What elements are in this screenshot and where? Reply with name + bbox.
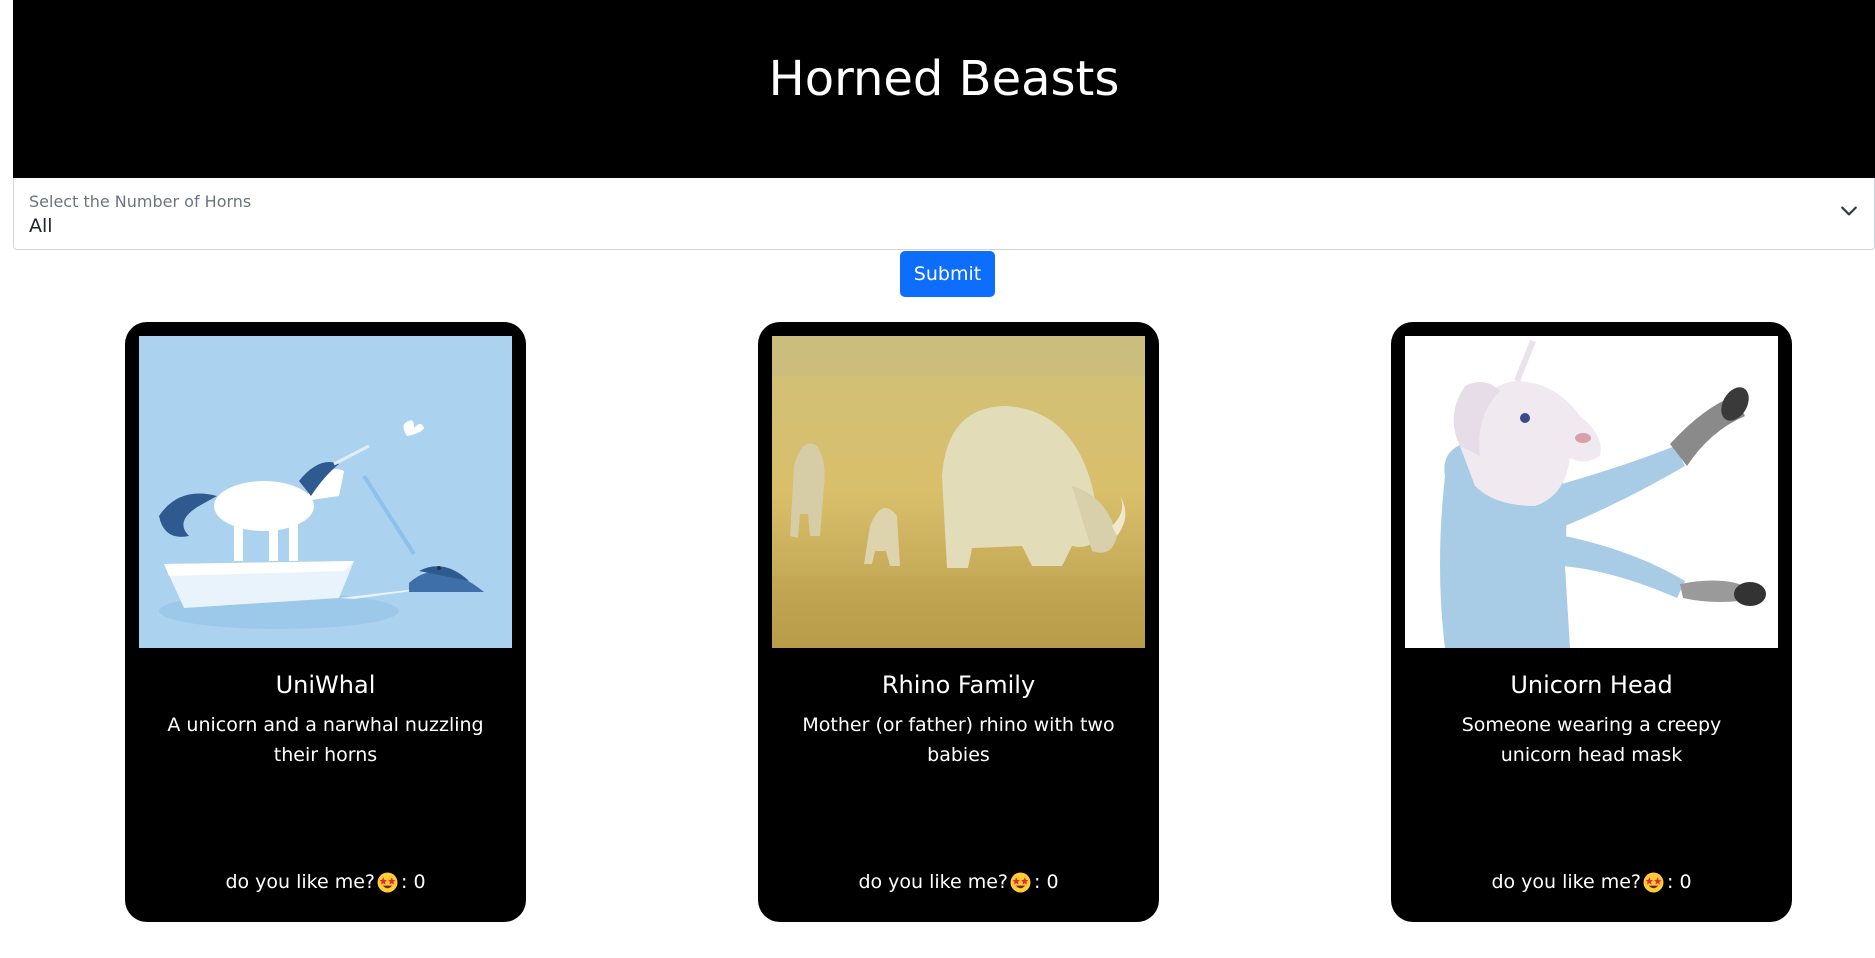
beast-card-rhino-family: Rhino Family Mother (or father) rhino wi… [758, 322, 1159, 922]
beast-title: UniWhal [275, 671, 376, 699]
page-header: Horned Beasts [13, 0, 1875, 178]
horns-filter-label: Select the Number of Horns [29, 192, 252, 211]
page-title: Horned Beasts [768, 51, 1120, 107]
star-struck-emoji-icon [377, 872, 398, 893]
beast-title: Rhino Family [881, 671, 1036, 699]
like-counter[interactable]: do you like me? : 0 [125, 868, 526, 896]
star-struck-emoji-icon [1010, 872, 1031, 893]
horns-filter-value: All [29, 215, 53, 237]
unicorn-head-photo [1405, 336, 1778, 648]
horns-filter-select[interactable]: Select the Number of Horns All [13, 178, 1875, 250]
like-prompt: do you like me? [225, 871, 376, 893]
like-counter[interactable]: do you like me? : 0 [758, 868, 1159, 896]
beast-card-uniwhal: UniWhal A unicorn and a narwhal nuzzling… [125, 322, 526, 922]
like-prompt: do you like me? [858, 871, 1009, 893]
beast-image-rhino-family[interactable] [772, 336, 1145, 648]
like-counter[interactable]: do you like me? : 0 [1391, 868, 1792, 896]
star-struck-emoji-icon [1643, 872, 1664, 893]
like-prompt: do you like me? [1491, 871, 1642, 893]
beast-title: Unicorn Head [1510, 671, 1673, 699]
beast-description: A unicorn and a narwhal nuzzling their h… [167, 714, 484, 766]
like-count: : 0 [1034, 871, 1059, 893]
beast-description: Someone wearing a creepy unicorn head ma… [1461, 714, 1722, 766]
chevron-down-icon [1841, 206, 1857, 216]
beast-description: Mother (or father) rhino with two babies [802, 714, 1115, 766]
like-count: : 0 [401, 871, 426, 893]
beast-image-unicorn-head[interactable] [1405, 336, 1778, 648]
rhino-family-photo [772, 336, 1145, 648]
beast-image-uniwhal[interactable] [139, 336, 512, 648]
uniwhal-illustration [139, 336, 512, 648]
beast-card-unicorn-head: Unicorn Head Someone wearing a creepy un… [1391, 322, 1792, 922]
like-count: : 0 [1667, 871, 1692, 893]
submit-button[interactable]: Submit [900, 251, 995, 297]
